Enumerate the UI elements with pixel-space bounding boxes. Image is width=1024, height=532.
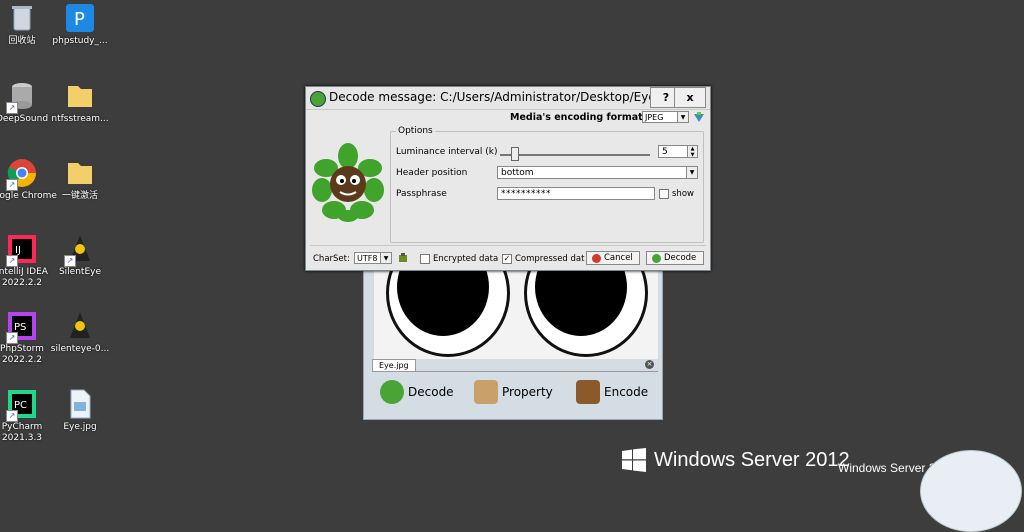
windows-logo-icon: [622, 448, 646, 472]
desktop-icon-label: Eye.jpg: [63, 422, 97, 432]
passphrase-label: Passphrase: [396, 189, 447, 199]
main-decode-label: Decode: [408, 385, 454, 399]
charset-value: UTF8: [357, 254, 378, 263]
close-button[interactable]: x: [674, 87, 706, 108]
cancel-button[interactable]: Cancel: [586, 251, 640, 265]
format-select-value: JPEG: [645, 113, 664, 122]
format-label: Media's encoding format :: [510, 112, 650, 123]
dialog-title-bar[interactable]: Decode message: C:/Users/Administrator/D…: [306, 87, 710, 110]
luminance-spinbox[interactable]: 5 ▲ ▼: [658, 145, 698, 158]
charset-select[interactable]: UTF8 ▼: [354, 252, 392, 264]
folder-icon: [64, 80, 96, 112]
header-position-select[interactable]: bottom ▼: [497, 166, 698, 179]
chrome-icon: ↗: [6, 157, 38, 191]
decode-dialog: Decode message: C:/Users/Administrator/D…: [305, 86, 711, 271]
compressed-data-label: Compressed dat: [515, 254, 585, 264]
chevron-down-icon: ▼: [380, 253, 391, 263]
desktop-icon-ntfsstream[interactable]: ntfsstream...: [45, 80, 115, 125]
luminance-slider-handle[interactable]: [511, 147, 519, 161]
pycharm-icon: PC ↗: [6, 388, 38, 422]
cancel-label: Cancel: [604, 253, 633, 263]
property-label: Property: [502, 385, 553, 399]
desktop-icon-label: 一键激活: [61, 191, 98, 201]
charset-label: CharSet:: [313, 254, 350, 264]
decode-mascot-icon: [380, 380, 404, 404]
property-icon: [474, 380, 498, 404]
header-position-label: Header position: [396, 168, 468, 178]
os-branding-text: Windows Server 2012: [654, 449, 850, 471]
cancel-icon: [592, 253, 601, 263]
desktop-icon-silenteye[interactable]: ↗ SilentEye: [45, 233, 115, 278]
left-eye-graphic: [386, 269, 510, 357]
desktop-icon-activate[interactable]: 一键激活: [45, 157, 115, 202]
chevron-down-icon: ▼: [677, 112, 688, 122]
main-encode-button[interactable]: Encode: [576, 377, 648, 407]
chevron-down-icon: ▼: [686, 167, 697, 178]
recycle-bin-icon: [6, 2, 38, 34]
shortcut-arrow-icon: ↗: [6, 332, 18, 344]
os-branding-text-small: Windows Server 2: [838, 461, 936, 475]
charset-settings-icon[interactable]: [398, 253, 408, 263]
main-encode-label: Encode: [604, 385, 649, 399]
format-select[interactable]: JPEG ▼: [642, 111, 689, 123]
shortcut-arrow-icon: ↗: [6, 179, 18, 191]
intellij-icon: IJ ↗: [6, 233, 38, 267]
passphrase-input[interactable]: **********: [497, 187, 655, 200]
silenteye-icon: ↗: [64, 233, 96, 267]
divider: [310, 245, 706, 246]
shortcut-arrow-icon: ↗: [6, 410, 18, 422]
anime-avatar-widget: [920, 450, 1022, 532]
compressed-data-checkbox[interactable]: ✓: [502, 254, 512, 264]
decode-button[interactable]: Decode: [646, 251, 704, 265]
luminance-value: 5: [662, 147, 668, 157]
svg-text:P: P: [74, 9, 85, 30]
silenteye-icon: [64, 310, 96, 342]
show-label: show: [672, 189, 694, 199]
show-passphrase-checkbox[interactable]: [659, 189, 669, 199]
image-file-icon: [64, 388, 96, 420]
phpstudy-icon: P: [64, 2, 96, 34]
header-position-value: bottom: [501, 168, 534, 178]
spin-arrows-icon[interactable]: ▲ ▼: [687, 146, 697, 158]
silenteye-main-window: Eye.jpg × Decode Property Encode: [363, 268, 663, 420]
close-tab-icon[interactable]: ×: [645, 360, 654, 369]
desktop-icon-phpstudy[interactable]: P phpstudy_...: [45, 2, 115, 47]
silenteye-app-icon: [310, 91, 326, 107]
desktop-icon-eye-jpg[interactable]: Eye.jpg: [45, 388, 115, 433]
shortcut-arrow-icon: ↗: [6, 102, 18, 114]
property-button[interactable]: Property: [474, 377, 553, 407]
desktop-icon-label: phpstudy_...: [52, 36, 108, 46]
file-tab-bar: Eye.jpg ×: [372, 359, 658, 372]
phpstorm-icon: PS ↗: [6, 310, 38, 344]
shortcut-arrow-icon: ↗: [6, 255, 18, 267]
dialog-title: Decode message: C:/Users/Administrator/D…: [329, 90, 679, 104]
folder-icon: [64, 157, 96, 189]
database-icon: ↗: [6, 80, 38, 114]
encrypted-data-label: Encrypted data: [433, 254, 499, 264]
desktop-icon-label: silenteye-0...: [50, 344, 110, 354]
encode-chest-icon: [576, 380, 600, 404]
encrypted-data-checkbox[interactable]: [420, 254, 430, 264]
decode-label: Decode: [664, 253, 697, 263]
image-preview: [374, 269, 658, 359]
decode-icon: [652, 253, 661, 263]
desktop-icon-label: ntfsstream...: [51, 114, 109, 124]
file-tab[interactable]: Eye.jpg: [372, 359, 416, 371]
desktop-icon-label: SilentEye: [58, 267, 102, 277]
shortcut-arrow-icon: ↗: [64, 255, 76, 267]
main-decode-button[interactable]: Decode: [380, 377, 454, 407]
right-eye-graphic: [524, 269, 648, 357]
options-legend: Options: [396, 126, 435, 136]
desktop-icon-silenteye-installer[interactable]: silenteye-0...: [45, 310, 115, 355]
luminance-slider[interactable]: [500, 154, 650, 156]
silenteye-mascot-icon: [312, 143, 384, 222]
luminance-label: Luminance interval (k): [396, 147, 498, 157]
format-info-icon[interactable]: [694, 112, 704, 122]
